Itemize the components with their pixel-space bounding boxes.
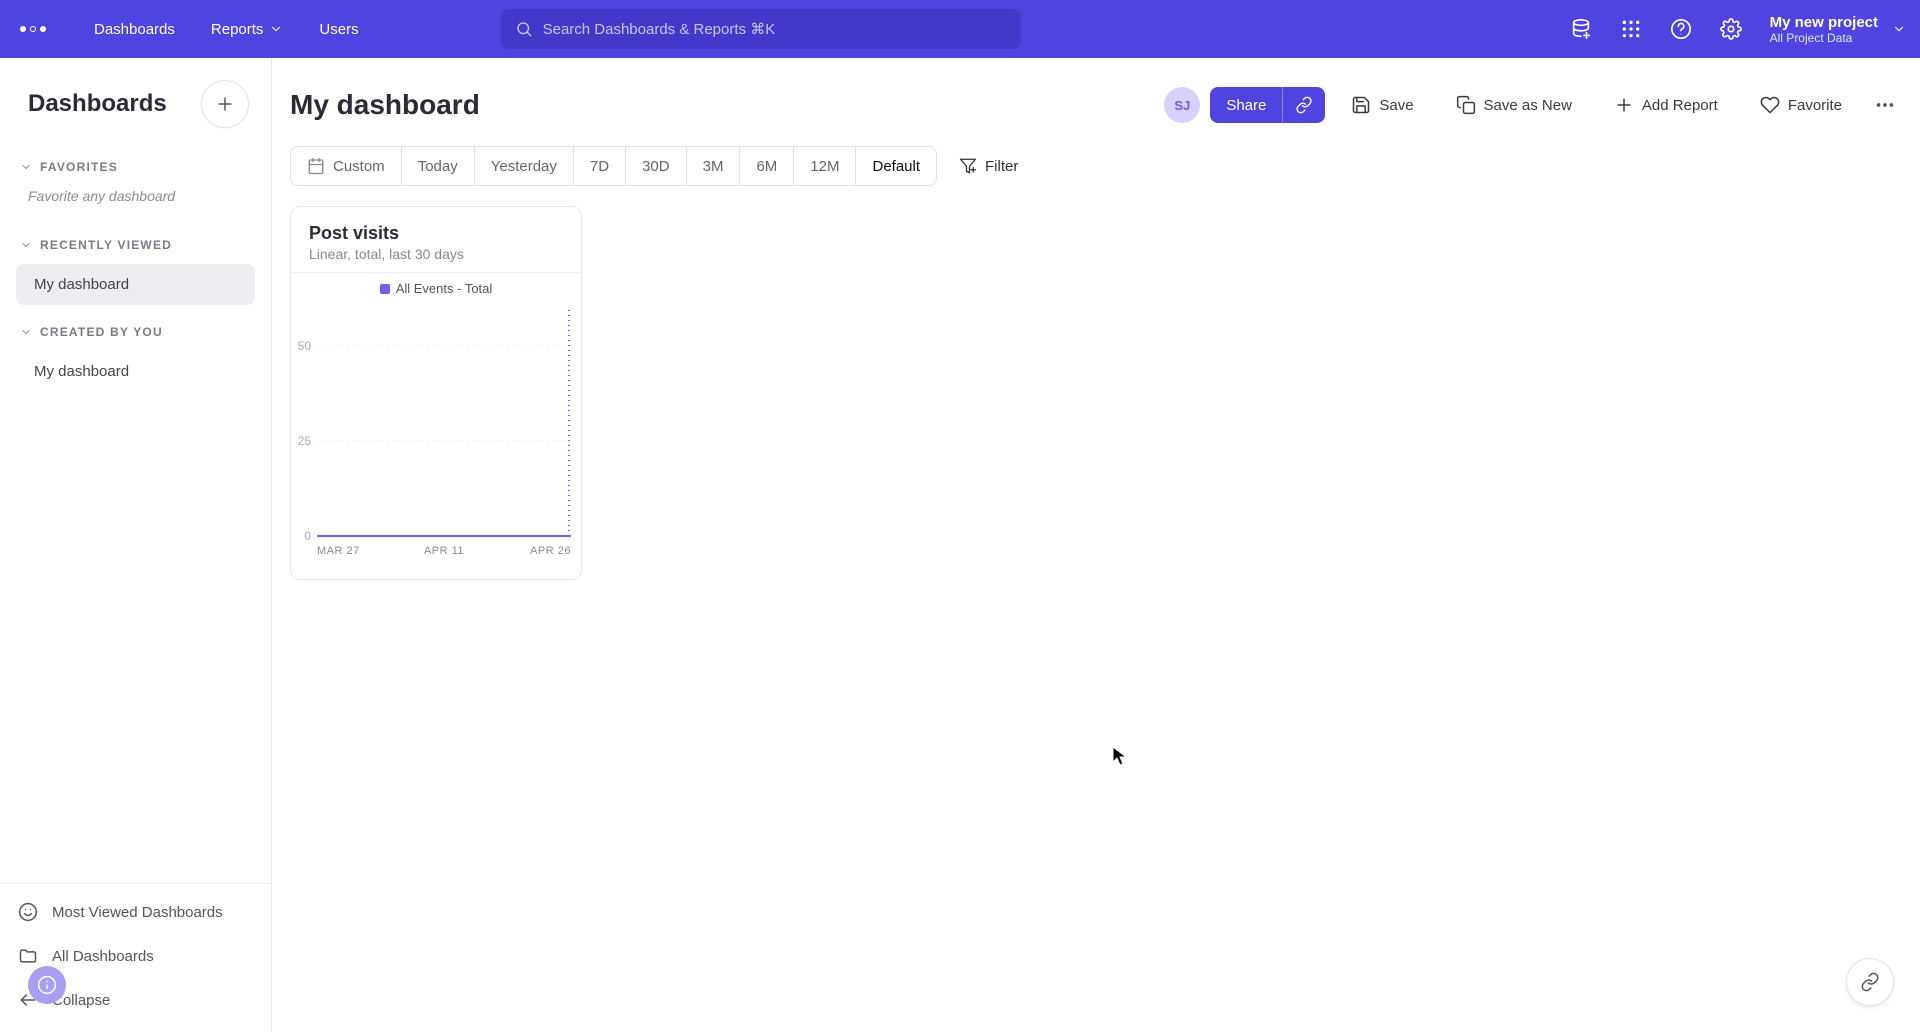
help-icon[interactable] [1660, 8, 1702, 50]
apps-grid-icon[interactable] [1610, 8, 1652, 50]
link-icon [1860, 972, 1880, 992]
sidebar-item-recent-mydashboard[interactable]: My dashboard [16, 264, 255, 305]
smile-icon [18, 902, 38, 922]
favorites-hint: Favorite any dashboard [10, 184, 261, 220]
range-7d[interactable]: 7D [573, 147, 625, 185]
range-yesterday[interactable]: Yesterday [474, 147, 573, 185]
svg-text:25: 25 [298, 434, 312, 448]
filter-button[interactable]: Filter [959, 157, 1018, 175]
topbar: Dashboards Reports Users My new project … [0, 0, 1920, 58]
range-today[interactable]: Today [401, 147, 474, 185]
dashboard-title: My dashboard [290, 89, 480, 121]
info-icon [37, 975, 57, 995]
info-bubble[interactable] [28, 966, 66, 1004]
copy-link-fab[interactable] [1846, 958, 1894, 1006]
project-name: My new project [1770, 14, 1878, 31]
range-3m[interactable]: 3M [686, 147, 740, 185]
add-report-button[interactable]: Add Report [1598, 86, 1734, 124]
favorites-label: FAVORITES [40, 160, 118, 174]
data-icon[interactable] [1560, 8, 1602, 50]
nav-users[interactable]: Users [305, 13, 372, 46]
ellipsis-icon [1874, 94, 1896, 116]
plus-icon [215, 94, 235, 114]
chart-legend: All Events - Total [291, 272, 581, 298]
chevron-down-icon [1892, 22, 1906, 36]
chevron-down-icon [20, 326, 32, 338]
card-subtitle: Linear, total, last 30 days [309, 246, 563, 262]
range-6m[interactable]: 6M [739, 147, 793, 185]
save-as-new-label: Save as New [1484, 97, 1572, 114]
save-as-new-button[interactable]: Save as New [1440, 86, 1588, 124]
favorite-button[interactable]: Favorite [1744, 86, 1858, 124]
project-sub: All Project Data [1770, 31, 1878, 45]
sidebar-title: Dashboards [28, 90, 167, 118]
share-link-button[interactable] [1282, 87, 1325, 123]
nav-dashboards[interactable]: Dashboards [80, 13, 189, 46]
svg-text:MAR 27: MAR 27 [317, 545, 360, 557]
heart-icon [1760, 95, 1780, 115]
search-bar[interactable] [501, 9, 1021, 49]
copy-icon [1456, 95, 1476, 115]
folder-icon [18, 946, 38, 966]
range-30d[interactable]: 30D [625, 147, 686, 185]
plus-icon [1614, 95, 1634, 115]
filter-label: Filter [985, 158, 1018, 175]
app-menu-icon[interactable] [14, 20, 52, 38]
search-icon [515, 20, 533, 38]
most-viewed-dashboards[interactable]: Most Viewed Dashboards [4, 890, 267, 934]
legend-swatch [380, 284, 390, 294]
recent-label: RECENTLY VIEWED [40, 238, 172, 252]
range-default[interactable]: Default [855, 147, 936, 185]
svg-text:50: 50 [298, 339, 312, 353]
save-label: Save [1379, 97, 1413, 114]
save-button[interactable]: Save [1335, 86, 1429, 124]
svg-text:0: 0 [304, 529, 311, 543]
report-card-post-visits[interactable]: Post visits Linear, total, last 30 days … [290, 206, 582, 580]
filter-icon [959, 157, 977, 175]
link-icon [1295, 96, 1313, 114]
most-viewed-label: Most Viewed Dashboards [52, 904, 223, 921]
calendar-icon [307, 157, 325, 175]
search-input[interactable] [543, 21, 1007, 38]
range-12m[interactable]: 12M [793, 147, 855, 185]
add-report-label: Add Report [1642, 97, 1718, 114]
favorites-section-toggle[interactable]: FAVORITES [10, 150, 261, 184]
all-dashboards-label: All Dashboards [52, 948, 154, 965]
more-actions-button[interactable] [1868, 88, 1902, 122]
svg-text:APR 11: APR 11 [424, 545, 464, 557]
project-selector[interactable]: My new project All Project Data [1770, 14, 1878, 45]
created-label: CREATED BY YOU [40, 325, 163, 339]
chevron-down-icon [20, 239, 32, 251]
chevron-down-icon [20, 161, 32, 173]
legend-label: All Events - Total [396, 281, 493, 296]
favorite-label: Favorite [1788, 97, 1842, 114]
save-icon [1351, 95, 1371, 115]
settings-icon[interactable] [1710, 8, 1752, 50]
nav-reports-label: Reports [211, 21, 264, 38]
range-custom[interactable]: Custom [291, 147, 401, 185]
chevron-down-icon [269, 22, 283, 36]
card-title: Post visits [309, 223, 563, 244]
svg-text:APR 26: APR 26 [530, 545, 571, 557]
share-button[interactable]: Share [1210, 87, 1282, 123]
sidebar: Dashboards FAVORITES Favorite any dashbo… [0, 58, 272, 1032]
chart-area: 0 25 50 MAR 27 APR 11 APR 26 [291, 298, 581, 579]
created-section-toggle[interactable]: CREATED BY YOU [10, 315, 261, 349]
range-custom-label: Custom [333, 158, 385, 175]
sidebar-item-created-mydashboard[interactable]: My dashboard [16, 351, 255, 392]
new-dashboard-button[interactable] [201, 80, 249, 128]
nav-reports[interactable]: Reports [197, 13, 298, 46]
main-content: My dashboard SJ Share Save Save as New A… [272, 58, 1920, 1032]
recent-section-toggle[interactable]: RECENTLY VIEWED [10, 228, 261, 262]
date-range-selector: Custom Today Yesterday 7D 30D 3M 6M 12M … [290, 146, 937, 186]
owner-avatar[interactable]: SJ [1164, 87, 1200, 123]
